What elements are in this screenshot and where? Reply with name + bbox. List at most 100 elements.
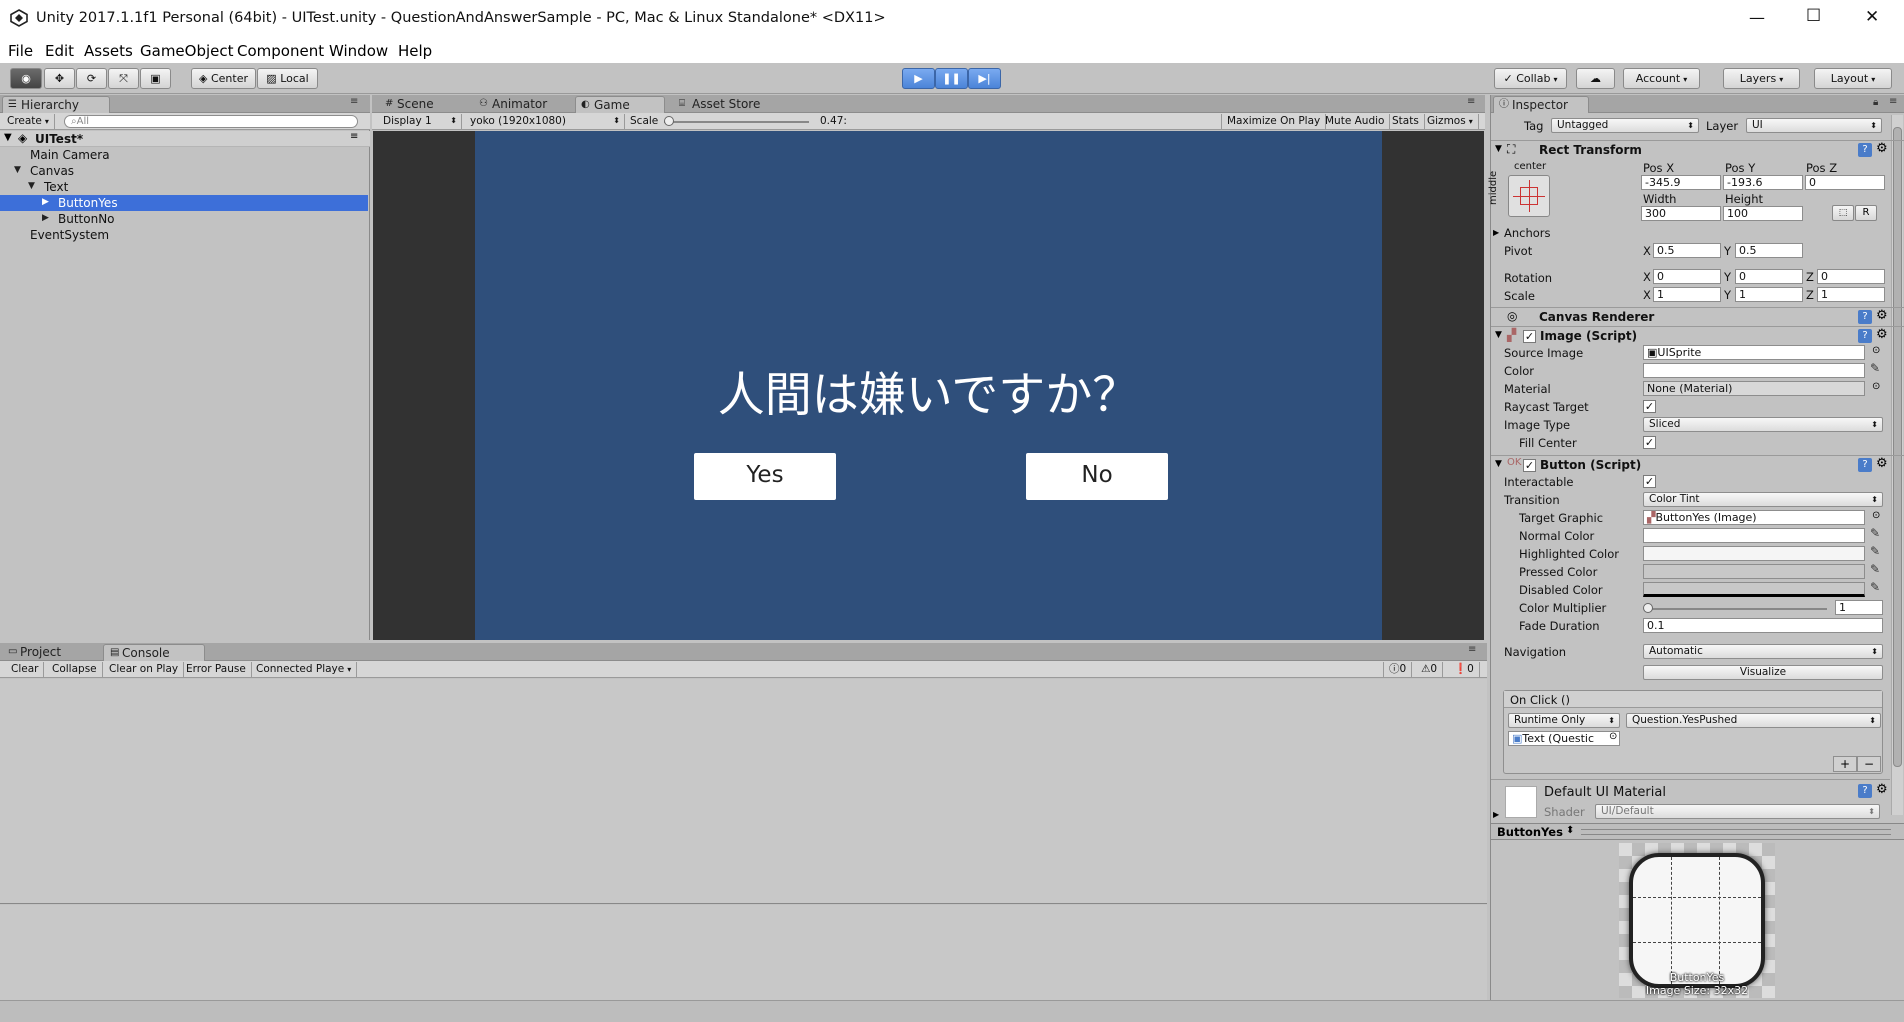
clear-button[interactable]: Clear bbox=[6, 662, 45, 677]
menu-component[interactable]: Component bbox=[237, 42, 324, 60]
maximize-icon[interactable]: ☐ bbox=[1806, 6, 1821, 26]
play-button[interactable]: ▶ bbox=[902, 68, 935, 89]
scrollbar-thumb[interactable] bbox=[1893, 127, 1902, 767]
scale-label: Scale bbox=[630, 115, 659, 127]
expand-arrow-icon[interactable]: ▼ bbox=[28, 181, 35, 191]
step-button[interactable]: ▶| bbox=[968, 68, 1001, 89]
play-icon: ▶ bbox=[914, 72, 923, 85]
game-canvas[interactable]: 人間は嫌いですか？ Yes No bbox=[475, 131, 1382, 640]
check-icon: ✓ bbox=[1503, 72, 1517, 85]
gizmos-dropdown[interactable]: Gizmos ▾ bbox=[1422, 114, 1479, 129]
account-button[interactable]: Account ▾ bbox=[1623, 68, 1700, 89]
cloud-button[interactable]: ☁ bbox=[1576, 68, 1615, 89]
scene-grid-icon: # bbox=[385, 98, 394, 109]
no-button-label: No bbox=[1081, 462, 1113, 488]
hierarchy-searchbar: Create ▾ ⌕All bbox=[0, 113, 370, 130]
pause-button[interactable]: ❚❚ bbox=[935, 68, 968, 89]
stats-toggle[interactable]: Stats bbox=[1387, 114, 1425, 129]
create-dropdown[interactable]: Create ▾ bbox=[2, 114, 55, 129]
display-dropdown[interactable]: Display 1 ⬍ bbox=[378, 114, 462, 129]
scale-slider-thumb[interactable] bbox=[664, 116, 674, 126]
game-viewport: 人間は嫌いですか？ Yes No bbox=[373, 131, 1484, 640]
menu-assets[interactable]: Assets bbox=[84, 42, 133, 60]
hierarchy-item[interactable]: Main Camera bbox=[0, 147, 368, 163]
tab-inspector[interactable]: ⓘ Inspector bbox=[1493, 96, 1589, 113]
tab-game[interactable]: ◐ Game bbox=[575, 96, 665, 113]
info-icon: ⓘ bbox=[1499, 99, 1509, 110]
game-icon: ◐ bbox=[581, 99, 590, 110]
lock-icon[interactable]: 🔒︎ bbox=[1873, 97, 1878, 108]
panel-menu-icon[interactable]: ≡ bbox=[1889, 96, 1897, 107]
error-count-toggle[interactable]: ❗0 bbox=[1449, 662, 1480, 677]
tab-hierarchy[interactable]: ☰ Hierarchy bbox=[2, 96, 110, 113]
hierarchy-item[interactable]: EventSystem bbox=[0, 227, 368, 243]
inspector-scrollbar[interactable] bbox=[1891, 115, 1903, 815]
rect-tool-button[interactable]: ▣ bbox=[140, 68, 171, 89]
tab-project[interactable]: ▭ Project bbox=[2, 644, 98, 661]
yes-button[interactable]: Yes bbox=[694, 453, 836, 500]
menu-window[interactable]: Window bbox=[329, 42, 388, 60]
title-bar: Unity 2017.1.1f1 Personal (64bit) - UITe… bbox=[0, 0, 1904, 38]
panel-menu-icon[interactable]: ≡ bbox=[1468, 644, 1476, 655]
tab-asset-store[interactable]: ⌸ Asset Store bbox=[674, 96, 784, 113]
status-bar bbox=[0, 1000, 1904, 1022]
hierarchy-item[interactable]: ▼ Text bbox=[0, 179, 368, 195]
pause-icon: ❚❚ bbox=[942, 72, 961, 85]
expand-arrow-icon[interactable]: ▼ bbox=[14, 165, 21, 175]
move-icon: ✥ bbox=[54, 72, 65, 85]
store-icon: ⌸ bbox=[679, 98, 685, 109]
layers-button[interactable]: Layers ▾ bbox=[1723, 68, 1800, 89]
console-detail-area[interactable] bbox=[0, 905, 1487, 1000]
collapse-toggle[interactable]: Collapse bbox=[47, 662, 103, 677]
pivot-local-button[interactable]: ▨ Local bbox=[257, 68, 318, 89]
game-panel: # Scene ⚇ Animator ◐ Game ⌸ Asset Store ≡ Di… bbox=[372, 95, 1485, 640]
game-toolbar: Display 1 ⬍ yoko (1920x1080) ⬍ Scale 0.47:… bbox=[372, 113, 1485, 130]
close-icon[interactable]: ✕ bbox=[1865, 7, 1879, 27]
clear-on-play-toggle[interactable]: Clear on Play bbox=[104, 662, 185, 677]
hierarchy-item[interactable]: ▶ ButtonYes bbox=[0, 195, 368, 211]
menu-help[interactable]: Help bbox=[398, 42, 432, 60]
no-button[interactable]: No bbox=[1026, 453, 1168, 500]
tab-console[interactable]: ▤ Console bbox=[103, 644, 205, 661]
warning-count-toggle[interactable]: ⚠0 bbox=[1416, 662, 1444, 677]
center-icon: ◈ bbox=[199, 72, 211, 85]
menu-gameobject[interactable]: GameObject bbox=[140, 42, 234, 60]
rotate-tool-button[interactable]: ⟳ bbox=[76, 68, 107, 89]
expand-arrow-icon[interactable]: ▼ bbox=[4, 132, 12, 143]
scale-slider[interactable] bbox=[664, 121, 809, 123]
hierarchy-item-label: ButtonYes bbox=[58, 196, 118, 210]
resolution-dropdown[interactable]: yoko (1920x1080) ⬍ bbox=[465, 114, 625, 129]
console-log-area[interactable] bbox=[0, 679, 1487, 904]
scene-row[interactable]: ▼ ◈ UITest* ≡ bbox=[0, 131, 370, 147]
hierarchy-item[interactable]: ▼ Canvas bbox=[0, 163, 368, 179]
move-tool-button[interactable]: ✥ bbox=[44, 68, 75, 89]
hierarchy-item-label: Canvas bbox=[30, 164, 75, 178]
log-count-toggle[interactable]: ⓘ0 bbox=[1383, 662, 1413, 677]
scale-tool-button[interactable]: ⤧ bbox=[108, 68, 139, 89]
error-pause-toggle[interactable]: Error Pause bbox=[181, 662, 252, 677]
error-icon: ❗ bbox=[1454, 663, 1468, 675]
menu-file[interactable]: File bbox=[8, 42, 33, 60]
hierarchy-tabbar: ☰ Hierarchy ≡ bbox=[0, 95, 370, 113]
main-toolbar: ◉ ✥ ⟳ ⤧ ▣ ◈ Center ▨ Local ▶ ❚❚ ▶| ✓ Col… bbox=[0, 63, 1904, 94]
pivot-center-button[interactable]: ◈ Center bbox=[191, 68, 256, 89]
panel-menu-icon[interactable]: ≡ bbox=[350, 96, 358, 107]
search-input[interactable]: ⌕All bbox=[64, 115, 358, 128]
mute-audio-toggle[interactable]: Mute Audio bbox=[1320, 114, 1391, 129]
console-icon: ▤ bbox=[110, 647, 120, 658]
maximize-on-play-toggle[interactable]: Maximize On Play bbox=[1221, 114, 1327, 129]
scene-menu-icon[interactable]: ≡ bbox=[350, 131, 358, 142]
tab-animator[interactable]: ⚇ Animator bbox=[474, 96, 574, 113]
collapsed-arrow-icon[interactable]: ▶ bbox=[42, 213, 49, 223]
connected-player-dropdown[interactable]: Connected Playe ▾ bbox=[251, 662, 358, 677]
collapsed-arrow-icon[interactable]: ▶ bbox=[42, 197, 49, 207]
collab-button[interactable]: ✓ Collab ▾ bbox=[1494, 68, 1567, 89]
panel-menu-icon[interactable]: ≡ bbox=[1467, 96, 1475, 107]
minimize-icon[interactable]: — bbox=[1749, 8, 1765, 27]
hierarchy-item[interactable]: ▶ ButtonNo bbox=[0, 211, 368, 227]
menu-edit[interactable]: Edit bbox=[45, 42, 74, 60]
hierarchy-panel: ☰ Hierarchy ≡ Create ▾ ⌕All ▼ ◈ UITest* ≡ … bbox=[0, 95, 370, 640]
hand-tool-button[interactable]: ◉ bbox=[10, 68, 42, 89]
layout-button[interactable]: Layout ▾ bbox=[1814, 68, 1892, 89]
tab-scene[interactable]: # Scene bbox=[379, 96, 469, 113]
